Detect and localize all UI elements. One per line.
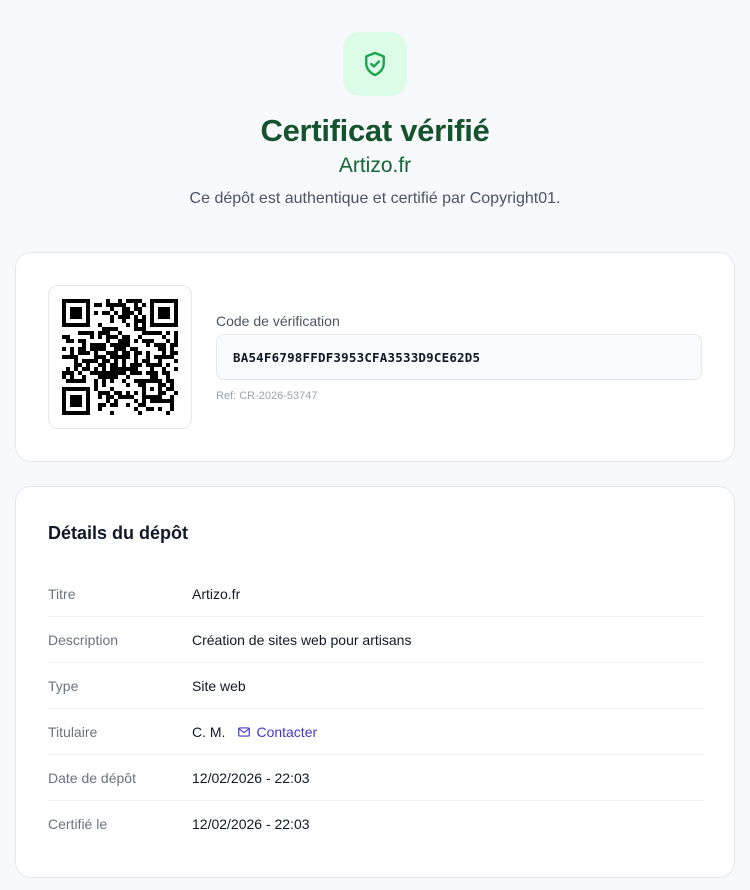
detail-value: Site web (192, 677, 246, 694)
verification-code-field[interactable]: BA54F6798FFDF3953CFA3533D9CE62D5 (216, 334, 702, 380)
page-subtitle: Artizo.fr (338, 154, 412, 177)
detail-label: Titulaire (48, 723, 98, 740)
shield-check-icon (365, 51, 385, 77)
details-list: Titre Artizo.fr Description Création de … (48, 571, 704, 847)
detail-row-title: Titre Artizo.fr (48, 571, 704, 617)
details-title: Détails du dépôt (48, 523, 189, 543)
detail-row-description: Description Création de sites web pour a… (48, 617, 704, 663)
verification-code-label: Code de vérification (216, 313, 340, 329)
page-description: Ce dépôt est authentique et certifié par… (189, 190, 561, 207)
mail-icon (238, 726, 251, 737)
detail-value: Artizo.fr (192, 585, 241, 602)
reference-number: Ref: CR-2026-53747 (216, 390, 318, 402)
detail-value: 12/02/2026 - 22:03 (192, 769, 310, 786)
contact-link-label: Contacter (256, 723, 318, 740)
detail-value: Création de sites web pour artisans (192, 631, 412, 648)
certificate-page: Certificat vérifié Artizo.fr Ce dépôt es… (0, 0, 750, 890)
detail-label: Description (48, 631, 119, 648)
detail-row-deposit-date: Date de dépôt 12/02/2026 - 22:03 (48, 755, 704, 801)
holder-name: C. M. (192, 723, 226, 740)
contact-link[interactable]: Contacter (237, 724, 317, 740)
detail-label: Date de dépôt (48, 769, 136, 786)
detail-value: 12/02/2026 - 22:03 (192, 816, 310, 832)
detail-value-holder: C. M. Contacter (192, 724, 317, 740)
qr-code-icon (62, 299, 178, 415)
detail-row-certified-date: Certifié le 12/02/2026 - 22:03 (48, 801, 704, 847)
detail-row-type: Type Site web (48, 663, 704, 709)
details-card: Détails du dépôt Titre Artizo.fr Descrip… (15, 486, 735, 878)
detail-label: Certifié le (48, 816, 108, 832)
detail-label: Type (48, 677, 79, 694)
page-title: Certificat vérifié (260, 113, 490, 148)
qr-code (48, 285, 192, 429)
detail-label: Titre (48, 585, 76, 602)
verification-card: Code de vérification BA54F6798FFDF3953CF… (15, 252, 735, 462)
detail-row-holder: Titulaire C. M. Contacter (48, 709, 704, 755)
verified-badge (343, 32, 407, 96)
